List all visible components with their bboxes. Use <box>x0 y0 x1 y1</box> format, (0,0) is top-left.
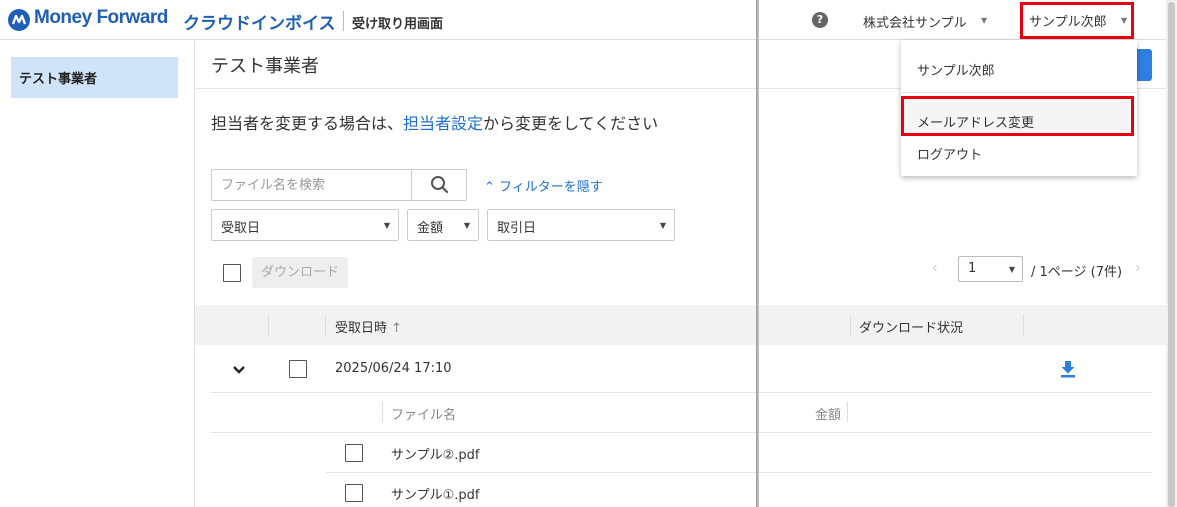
chevron-down-icon: ▼ <box>981 16 988 25</box>
company-switcher[interactable]: 株式会社サンプル <box>863 12 967 31</box>
column-header-received[interactable]: 受取日時 ↑ <box>335 317 402 336</box>
header-divider <box>343 11 344 31</box>
money-forward-logo-icon <box>8 9 30 31</box>
window-divider <box>756 0 759 507</box>
product-name: クラウドインボイス <box>183 14 336 34</box>
action-button[interactable] <box>1137 49 1152 81</box>
download-button[interactable]: ダウンロード <box>252 257 348 288</box>
menu-item-user[interactable]: サンプル次郎 <box>917 60 995 79</box>
column-divider <box>268 314 269 336</box>
scrollbar-thumb[interactable] <box>1168 2 1175 507</box>
sub-column-file: ファイル名 <box>391 408 457 423</box>
column-header-status: ダウンロード状況 <box>859 321 964 336</box>
info-text-suffix: から変更をしてください <box>483 114 659 133</box>
filter-label: 取引日 <box>497 221 537 236</box>
page-select[interactable]: 1 ▼ <box>958 256 1023 282</box>
amount-filter[interactable]: 金額 ▼ <box>407 209 479 241</box>
chevron-down-icon: ▼ <box>383 221 390 230</box>
screen-subtitle: 受け取り用画面 <box>352 17 444 32</box>
app-header: Money Forward クラウドインボイス 受け取り用画面 ? 株式会社サン… <box>0 0 1177 40</box>
column-header-label: 受取日時 <box>335 321 388 336</box>
chevron-left-icon[interactable]: ‹ <box>932 260 938 276</box>
column-divider <box>1023 314 1024 336</box>
filter-toggle-link[interactable]: ⌃ フィルターを隠す <box>484 176 603 195</box>
received-datetime: 2025/06/24 17:10 <box>335 361 452 376</box>
page-info: / 1ページ (7件) <box>1031 265 1123 280</box>
menu-item-email-change[interactable]: メールアドレス変更 <box>917 112 1034 131</box>
chevron-down-icon: ▼ <box>463 221 470 230</box>
assignee-info-text: 担当者を変更する場合は、担当者設定から変更をしてください <box>211 110 658 134</box>
chevron-down-icon <box>233 366 245 374</box>
column-divider <box>850 314 851 336</box>
help-icon[interactable]: ? <box>812 12 828 28</box>
column-divider <box>382 402 383 422</box>
received-date-filter[interactable]: 受取日 ▼ <box>211 209 399 241</box>
row-divider <box>211 432 1152 433</box>
assignee-settings-link[interactable]: 担当者設定 <box>403 114 483 133</box>
user-dropdown-menu: サンプル次郎 メールアドレス変更 ログアウト <box>901 40 1137 176</box>
chevron-down-icon: ▼ <box>1121 16 1128 25</box>
chevron-right-icon[interactable]: › <box>1135 260 1141 276</box>
search-box <box>211 169 467 201</box>
filter-label: 受取日 <box>221 221 261 236</box>
row-divider <box>326 472 1152 473</box>
sidebar: テスト事業者 <box>0 41 195 507</box>
menu-item-logout[interactable]: ログアウト <box>917 144 982 163</box>
filter-label: 金額 <box>417 221 444 236</box>
search-icon <box>431 176 449 194</box>
row-checkbox[interactable] <box>289 360 307 378</box>
page-number: 1 <box>968 261 977 276</box>
chevron-down-icon: ▼ <box>1008 265 1015 274</box>
select-all-checkbox[interactable] <box>223 264 241 282</box>
row-divider <box>211 392 1152 393</box>
info-text-prefix: 担当者を変更する場合は、 <box>211 114 404 133</box>
chevron-up-icon: ⌃ <box>484 180 495 195</box>
column-divider <box>847 402 848 422</box>
chevron-down-icon: ▼ <box>659 221 666 230</box>
search-input[interactable] <box>212 170 412 200</box>
file-checkbox[interactable] <box>345 484 363 502</box>
search-button[interactable] <box>413 170 466 200</box>
transaction-date-filter[interactable]: 取引日 ▼ <box>487 209 675 241</box>
menu-divider <box>901 92 1137 93</box>
sort-ascending-icon: ↑ <box>391 321 403 336</box>
file-name[interactable]: サンプル①.pdf <box>391 484 479 503</box>
sidebar-item-test-business[interactable]: テスト事業者 <box>11 57 178 98</box>
page-title: テスト事業者 <box>211 56 319 77</box>
filter-toggle-label: フィルターを隠す <box>499 180 603 195</box>
file-checkbox[interactable] <box>345 444 363 462</box>
brand-name: Money Forward <box>34 7 168 28</box>
sub-column-amount: 金額 <box>815 408 842 423</box>
column-divider <box>325 314 326 336</box>
download-icon[interactable] <box>1059 360 1077 382</box>
user-name[interactable]: サンプル次郎 <box>1029 11 1107 30</box>
expand-row-toggle[interactable] <box>231 361 247 380</box>
file-name[interactable]: サンプル②.pdf <box>391 444 479 463</box>
